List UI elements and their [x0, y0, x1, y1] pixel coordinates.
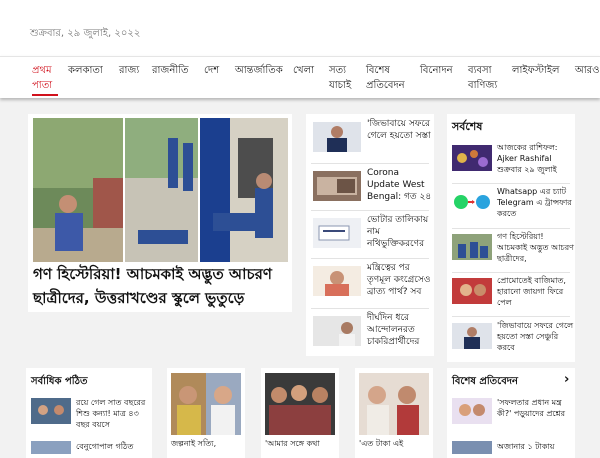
news-thumbnail [452, 323, 492, 349]
nav-item-entertainment[interactable]: বিনোদন [420, 63, 453, 78]
divider [452, 183, 570, 184]
whatsapp-telegram-icon [452, 189, 492, 215]
news-thumbnail [452, 234, 492, 260]
news-thumbnail [31, 440, 71, 454]
list-item[interactable]: মন্ত্রিত্বের পর তৃণমূল কংগ্রেসেও ব্রাত্য… [311, 262, 433, 308]
top-header: শুক্রবার, ২৯ জুলাই, ২০২২ [0, 0, 600, 56]
news-thumbnail [452, 278, 492, 304]
nav-item-more[interactable]: আরও [575, 63, 600, 78]
news-title[interactable]: 'সফলতার প্রধান মন্ত্র কী?' পড়ুয়াদের প্… [497, 397, 572, 419]
news-title[interactable]: 'এত টাকা এই [359, 438, 431, 449]
news-title[interactable]: মন্ত্রিত্বের পর তৃণমূল কংগ্রেসেও ব্রাত্য… [367, 262, 433, 298]
news-title[interactable]: আজকের রাশিফল: Ajker Rashifal শুক্রবার ২৯… [497, 142, 575, 175]
news-card-image [171, 373, 241, 435]
nav-item-fact-check[interactable]: সত্য যাচাই [329, 63, 355, 93]
latest-heading: সর্বশেষ [452, 120, 483, 133]
nav-item-sports[interactable]: খেলা [293, 63, 314, 78]
news-title[interactable]: রয়ে গেল সাত বছরের শিশু কন্যা! মাত্র ৪৩ … [76, 397, 150, 430]
list-item[interactable]: দীর্ঘদিন ধরে আন্দোলনরত চাকরিপ্রার্থীদের [311, 312, 433, 358]
news-title[interactable]: ভোটার তালিকায় নাম নথিভুক্তিকরণের [367, 214, 433, 250]
news-title[interactable]: 'জিভাবায়ে সফরে গেলে হয়তো সস্তা সেঞ্চুর… [497, 320, 575, 353]
chevron-right-icon[interactable]: › [564, 372, 569, 387]
nav-item-lifestyle[interactable]: লাইফস্টাইল [512, 63, 560, 78]
nav-item-kolkata[interactable]: কলকাতা [68, 63, 103, 78]
special-report-heading[interactable]: বিশেষ প্রতিবেদন [452, 374, 518, 391]
news-title[interactable]: 'জিভাবায়ে সফরে গেলে হয়তো সস্তা [367, 118, 433, 142]
header-date: শুক্রবার, ২৯ জুলাই, ২০২২ [30, 28, 141, 39]
divider [452, 272, 570, 273]
lead-story-headline[interactable]: গণ হিস্টেরিয়া! আচমকাই অদ্ভুত আচরণ ছাত্র… [33, 262, 288, 310]
list-item[interactable]: 'জিভাবায়ে সফরে গেলে হয়তো সস্তা সেঞ্চুর… [452, 320, 574, 360]
news-card-image [359, 373, 429, 435]
nav-item-international[interactable]: আন্তর্জাতিক [235, 63, 283, 78]
news-title[interactable]: গণ হিস্টেরিয়া! আচমকাই অদ্ভুত আচরণ ছাত্র… [497, 231, 575, 264]
divider [311, 308, 429, 309]
news-title[interactable]: বেনুগোপাল গঠিত [76, 441, 150, 452]
list-item[interactable]: Whatsapp এর চ্যাট Telegram এ ট্রান্সফার … [452, 186, 574, 226]
most-read-heading: সর্বাধিক পঠিত [31, 376, 88, 387]
news-thumbnail [313, 316, 361, 346]
news-thumbnail [31, 398, 71, 424]
list-item[interactable]: গণ হিস্টেরিয়া! আচমকাই অদ্ভুত আচরণ ছাত্র… [452, 231, 574, 271]
news-title[interactable]: 'আমার সঙ্গে কথা [265, 438, 337, 449]
list-item[interactable]: ভোটার তালিকায় নাম নথিভুক্তিকরণের [311, 214, 433, 260]
divider [311, 210, 429, 211]
list-item[interactable]: প্রোমোতেই বাজিমাত, হারানো জায়গা ফিরে পে… [452, 275, 574, 315]
list-item[interactable]: Corona Update West Bengal: গত ২৪ [311, 167, 433, 213]
news-thumbnail [452, 398, 492, 424]
news-thumbnail [313, 218, 361, 248]
nav-item-special-report[interactable]: বিশেষ প্রতিবেদন [366, 63, 410, 93]
nav-item-state[interactable]: রাজ্য [119, 63, 139, 78]
news-thumbnail [313, 122, 361, 152]
nav-item-home[interactable]: প্রথম পাতা [32, 63, 58, 96]
divider [311, 163, 429, 164]
news-title[interactable]: দীর্ঘদিন ধরে আন্দোলনরত চাকরিপ্রার্থীদের [367, 312, 433, 348]
divider [452, 316, 570, 317]
nav-item-politics[interactable]: রাজনীতি [152, 63, 189, 78]
news-thumbnail [313, 171, 361, 201]
list-item[interactable]: 'জিভাবায়ে সফরে গেলে হয়তো সস্তা [311, 118, 433, 164]
news-title[interactable]: Whatsapp এর চ্যাট Telegram এ ট্রান্সফার … [497, 186, 575, 219]
divider [311, 258, 429, 259]
news-title[interactable]: Corona Update West Bengal: গত ২৪ [367, 167, 433, 203]
nav-item-country[interactable]: দেশ [204, 63, 219, 78]
news-thumbnail [452, 440, 492, 454]
news-thumbnail [313, 266, 361, 296]
news-title[interactable]: জল্পনাই সত্যি, [171, 438, 243, 449]
lead-story-image[interactable] [33, 118, 288, 262]
main-nav: প্রথম পাতা কলকাতা রাজ্য রাজনীতি দেশ আন্ত… [0, 56, 600, 98]
list-item[interactable]: আজকের রাশিফল: Ajker Rashifal শুক্রবার ২৯… [452, 142, 574, 182]
divider [452, 228, 570, 229]
news-title[interactable]: প্রোমোতেই বাজিমাত, হারানো জায়গা ফিরে পে… [497, 275, 575, 308]
nav-item-business[interactable]: ব্যবসা বাণিজ্য [468, 63, 502, 93]
news-title[interactable]: অজানার ১ টাকায় [497, 441, 572, 452]
news-thumbnail [452, 145, 492, 171]
news-card-image [265, 373, 335, 435]
